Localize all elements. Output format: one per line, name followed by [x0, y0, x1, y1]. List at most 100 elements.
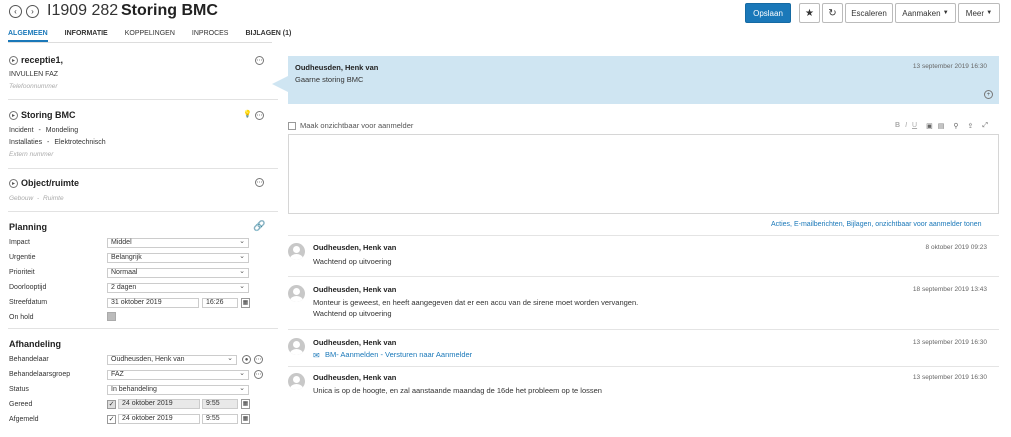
calendar-icon[interactable]: ▦ — [241, 298, 250, 308]
separator: - — [37, 195, 40, 202]
avatar — [288, 243, 305, 260]
phone-field[interactable]: Telefoonnummer — [9, 83, 58, 90]
calendar-icon[interactable]: ▦ — [241, 399, 250, 409]
building-placeholder: Gebouw — [9, 195, 34, 202]
divider — [8, 99, 278, 100]
expand-icon[interactable]: ▸ — [9, 56, 18, 65]
expand-plus-icon[interactable]: + — [984, 90, 993, 99]
underline-button[interactable]: U — [912, 122, 917, 130]
request-type: Incident — [9, 127, 34, 134]
message-text: Unica is op de hoogte, en zal aanstaande… — [313, 386, 602, 395]
image-icon[interactable]: ▣ — [926, 122, 933, 130]
expand-icon[interactable]: ▸ — [9, 179, 18, 188]
leadtime-label: Doorlooptijd — [9, 284, 47, 291]
star-button[interactable]: ★ — [799, 3, 820, 23]
tab-koppelingen[interactable]: KOPPELINGEN — [125, 30, 175, 42]
more-options-icon[interactable]: ⋯ — [255, 56, 264, 65]
tab-algemeen[interactable]: ALGEMEEN — [8, 30, 48, 42]
calendar-icon[interactable]: ▦ — [241, 414, 250, 424]
star-icon: ★ — [805, 7, 814, 19]
more-dropdown[interactable]: Meer ▼ — [958, 3, 1000, 23]
create-dropdown[interactable]: Aanmaken ▼ — [895, 3, 956, 23]
closed-checkbox[interactable]: ✓ — [107, 415, 116, 424]
priority-value: Normaal — [111, 269, 138, 276]
closed-date-input[interactable]: 24 oktober 2019 — [118, 414, 200, 424]
expand-icon[interactable]: ▸ — [9, 111, 18, 120]
closed-time-input[interactable]: 9:55 — [202, 414, 238, 424]
message-text: Wachtend op uitvoering — [313, 257, 392, 266]
group-label: Behandelaarsgroep — [9, 371, 71, 378]
chevron-down-icon: ⌄ — [239, 370, 245, 377]
external-number-field[interactable]: Extern nummer — [9, 151, 53, 158]
attach-icon[interactable]: ⚲ — [953, 122, 958, 130]
italic-button[interactable]: I — [905, 122, 907, 130]
message-author: Oudheusden, Henk van — [313, 285, 397, 294]
leadtime-select[interactable]: 2 dagen ⌄ — [107, 283, 249, 293]
escalate-button[interactable]: Escaleren — [845, 3, 893, 23]
tab-bijlagen[interactable]: BIJLAGEN (1) — [245, 30, 291, 42]
deadline-date-input[interactable]: 31 oktober 2019 — [107, 298, 199, 308]
tab-informatie[interactable]: INFORMATIE — [65, 30, 108, 42]
forward-button[interactable]: › — [26, 5, 39, 18]
table-icon[interactable]: ▤ — [938, 122, 945, 130]
deadline-time-input[interactable]: 16:26 — [202, 298, 238, 308]
status-select[interactable]: In behandeling ⌄ — [107, 385, 249, 395]
avatar — [288, 285, 305, 302]
more-options-icon[interactable]: ⋯ — [254, 370, 263, 379]
location-field[interactable]: Gebouw - Ruimte — [9, 195, 64, 202]
more-options-icon[interactable]: ⋯ — [255, 178, 264, 187]
chevron-down-icon: ⌄ — [239, 253, 245, 260]
initial-message: Oudheusden, Henk van 13 september 2019 1… — [288, 56, 999, 104]
email-link[interactable]: BM- Aanmelden - Versturen naar Aanmelder — [325, 349, 472, 360]
urgency-select[interactable]: Belangrijk ⌄ — [107, 253, 249, 263]
status-value: In behandeling — [111, 386, 157, 393]
request-channel: Mondeling — [45, 127, 79, 134]
message-date: 13 september 2019 16:30 — [912, 63, 987, 70]
done-date-input[interactable]: 24 oktober 2019 — [118, 399, 200, 409]
message-author: Oudheusden, Henk van — [295, 63, 379, 72]
request-category: Installaties — [9, 139, 43, 146]
handling-title: Afhandeling — [9, 339, 61, 349]
invisible-checkbox[interactable] — [288, 122, 296, 130]
editor-toolbar: B I U ▣ ▤ ⚲ ⇪ ⤢ — [895, 122, 988, 130]
impact-select[interactable]: Middel ⌄ — [107, 238, 249, 248]
operator-value: Oudheusden, Henk van — [111, 356, 185, 363]
fullscreen-icon[interactable]: ⤢ — [982, 122, 988, 130]
priority-select[interactable]: Normaal ⌄ — [107, 268, 249, 278]
refresh-button[interactable]: ↻ — [822, 3, 843, 23]
more-options-icon[interactable]: ⋯ — [255, 111, 264, 120]
divider — [288, 235, 999, 236]
create-label: Aanmaken — [902, 8, 941, 18]
group-value: FAZ — [111, 371, 124, 378]
user-icon[interactable]: ● — [242, 355, 251, 364]
room-placeholder: Ruimte — [43, 195, 64, 202]
message-editor[interactable] — [288, 134, 999, 214]
separator: - — [38, 127, 41, 134]
caret-down-icon: ▼ — [942, 10, 949, 16]
chevron-down-icon: ⌄ — [239, 283, 245, 290]
bold-button[interactable]: B — [895, 122, 900, 130]
deadline-label: Streefdatum — [9, 299, 48, 306]
invisible-label: Maak onzichtbaar voor aanmelder — [300, 121, 414, 130]
avatar — [288, 338, 305, 355]
show-actions-link[interactable]: Acties, E-mailberichten, Bijlagen, onzic… — [771, 221, 982, 228]
ticket-id: I1909 282 — [47, 2, 119, 19]
bubble-pointer — [272, 76, 288, 92]
upload-icon[interactable]: ⇪ — [967, 122, 973, 130]
status-label: Status — [9, 386, 29, 393]
tab-inproces[interactable]: INPROCES — [192, 30, 229, 42]
operator-select[interactable]: Oudheusden, Henk van ⌄ — [107, 355, 237, 365]
lightbulb-icon[interactable]: 💡 — [243, 110, 252, 118]
operator-label: Behandelaar — [9, 356, 49, 363]
done-time-input[interactable]: 9:55 — [202, 399, 238, 409]
done-checkbox[interactable]: ✓ — [107, 400, 116, 409]
onhold-checkbox[interactable] — [107, 312, 116, 321]
group-select[interactable]: FAZ ⌄ — [107, 370, 249, 380]
back-button[interactable]: ‹ — [9, 5, 22, 18]
link-icon[interactable]: 🔗 — [253, 221, 265, 232]
more-options-icon[interactable]: ⋯ — [254, 355, 263, 364]
message-author: Oudheusden, Henk van — [313, 373, 397, 382]
urgency-value: Belangrijk — [111, 254, 142, 261]
save-button[interactable]: Opslaan — [745, 3, 791, 23]
message-date: 8 oktober 2019 09:23 — [925, 244, 987, 251]
